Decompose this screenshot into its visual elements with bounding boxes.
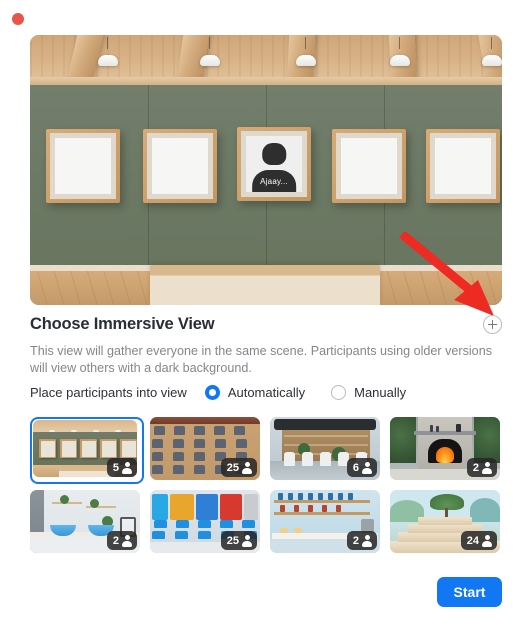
- immersive-view-preview: Ajaay...: [30, 35, 502, 305]
- person-icon: [242, 462, 253, 474]
- person-icon: [242, 535, 253, 547]
- capacity-badge: 6: [346, 458, 377, 477]
- pendant-light-icon: [296, 37, 316, 67]
- avatar-head-icon: [262, 142, 286, 166]
- scene-thumbnail-modern-cafe[interactable]: 6: [270, 417, 380, 480]
- capacity-count: 6: [352, 461, 359, 474]
- capacity-badge: 2: [466, 458, 497, 477]
- capacity-count: 25: [226, 461, 239, 474]
- participant-frame-5: [426, 129, 500, 203]
- capacity-badge: 25: [220, 458, 257, 477]
- person-icon: [122, 535, 133, 547]
- participant-frame-4: [332, 129, 406, 203]
- placement-row: Place participants into view Automatical…: [30, 385, 406, 400]
- capacity-badge: 2: [346, 531, 377, 550]
- pendant-light-icon: [98, 37, 118, 67]
- person-icon: [122, 462, 133, 474]
- scene-thumbnail-spa-bathroom[interactable]: 2: [30, 490, 140, 553]
- radio-option-automatically[interactable]: Automatically: [204, 385, 306, 400]
- section-header: Choose Immersive View: [30, 315, 502, 334]
- pendant-light-icon: [482, 37, 502, 67]
- participant-name-label: Ajaay...: [260, 177, 288, 186]
- capacity-count: 2: [472, 461, 479, 474]
- add-immersive-view-button[interactable]: [483, 315, 502, 334]
- capacity-badge: 5: [106, 458, 137, 477]
- page-title: Choose Immersive View: [30, 315, 215, 333]
- scene-thumbnail-amphitheatre[interactable]: 24: [390, 490, 500, 553]
- start-button[interactable]: Start: [437, 577, 502, 607]
- participant-frame-1: [46, 129, 120, 203]
- section-description: This view will gather everyone in the sa…: [30, 344, 492, 375]
- person-icon: [482, 535, 493, 547]
- scene-thumbnail-bakery-kitchen[interactable]: 2: [270, 490, 380, 553]
- scene-thumbnail-classroom[interactable]: 25: [150, 490, 260, 553]
- pendant-light-icon: [390, 37, 410, 67]
- person-icon: [482, 462, 493, 474]
- participant-frame-2: [143, 129, 217, 203]
- radio-option-manually[interactable]: Manually: [331, 385, 406, 400]
- person-icon: [362, 462, 373, 474]
- participant-frame-3: Ajaay...: [237, 127, 311, 201]
- capacity-badge: 24: [460, 531, 497, 550]
- radio-automatically-icon[interactable]: [204, 385, 220, 400]
- close-window-button[interactable]: [12, 13, 24, 25]
- scene-thumbnail-grid: 5 25 6 2 2 25 2 24: [30, 417, 502, 553]
- person-icon: [362, 535, 373, 547]
- capacity-count: 25: [226, 534, 239, 547]
- scene-thumbnail-lecture-hall[interactable]: 25: [150, 417, 260, 480]
- preview-ceiling-lip: [30, 77, 502, 85]
- scene-thumbnail-gallery-room[interactable]: 5: [30, 417, 144, 484]
- capacity-count: 24: [466, 534, 479, 547]
- scene-thumbnail-outdoor-fireplace[interactable]: 2: [390, 417, 500, 480]
- capacity-badge: 25: [220, 531, 257, 550]
- pendant-light-icon: [200, 37, 220, 67]
- preview-bench: [150, 265, 380, 305]
- immersive-view-dialog: Ajaay... Choose Immersive View This view…: [0, 0, 532, 630]
- capacity-count: 2: [352, 534, 359, 547]
- capacity-badge: 2: [106, 531, 137, 550]
- placement-label: Place participants into view: [30, 385, 187, 400]
- capacity-count: 2: [112, 534, 119, 547]
- capacity-count: 5: [112, 461, 119, 474]
- radio-automatically-label: Automatically: [227, 385, 306, 400]
- radio-manually-label: Manually: [354, 385, 407, 400]
- radio-manually-icon[interactable]: [331, 385, 347, 400]
